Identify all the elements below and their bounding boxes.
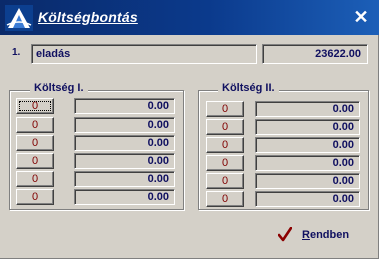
- cost2-value-field[interactable]: 0.00: [255, 155, 360, 171]
- cost2-select-button[interactable]: 0: [206, 119, 244, 135]
- cost2-value: 0.00: [332, 157, 354, 169]
- cost2-value-field[interactable]: 0.00: [255, 173, 360, 189]
- cost1-select-button[interactable]: 0: [16, 189, 54, 205]
- ok-button-label: Rendben: [302, 229, 349, 241]
- cost1-select-button[interactable]: 0: [16, 98, 54, 114]
- cost2-value: 0.00: [332, 139, 354, 151]
- ok-label-rest: endben: [309, 229, 350, 241]
- close-button[interactable]: ✕: [352, 8, 370, 26]
- item-name-field: eladás: [31, 44, 257, 64]
- cost2-value: 0.00: [332, 193, 354, 205]
- cost-group-1-label: Költség I.: [30, 82, 88, 94]
- cost1-value-field[interactable]: 0.00: [74, 189, 175, 205]
- cost-group-2-label: Költség II.: [218, 82, 279, 94]
- cost1-value-field[interactable]: 0.00: [74, 135, 175, 151]
- cost1-select-button[interactable]: 0: [16, 171, 54, 187]
- cost2-select-button[interactable]: 0: [206, 191, 244, 207]
- checkmark-icon: [278, 227, 292, 242]
- window-title: Költségbontás: [38, 9, 138, 25]
- cost1-select-button[interactable]: 0: [16, 153, 54, 169]
- cost2-select-button[interactable]: 0: [206, 173, 244, 189]
- cost2-value-field[interactable]: 0.00: [255, 191, 360, 207]
- cost2-value: 0.00: [332, 175, 354, 187]
- app-logo-icon: [5, 5, 33, 31]
- cost1-value: 0.00: [147, 155, 169, 167]
- cost2-select-button[interactable]: 0: [206, 137, 244, 153]
- cost1-value-field[interactable]: 0.00: [74, 153, 175, 169]
- row-index: 1.: [12, 47, 21, 58]
- cost2-select-button[interactable]: 0: [206, 101, 244, 117]
- total-amount-field: 23622.00: [262, 44, 368, 64]
- cost2-value-field[interactable]: 0.00: [255, 119, 360, 135]
- cost2-value-field[interactable]: 0.00: [255, 101, 360, 117]
- cost1-value: 0.00: [147, 191, 169, 203]
- cost1-value: 0.00: [147, 173, 169, 185]
- cost-breakdown-dialog: Költségbontás ✕ 1. eladás 23622.00 Költs…: [0, 0, 379, 259]
- item-name-text: eladás: [36, 48, 71, 60]
- cost2-value: 0.00: [332, 103, 354, 115]
- cost1-value-field[interactable]: 0.00: [74, 98, 175, 114]
- cost1-select-button[interactable]: 0: [16, 117, 54, 133]
- cost2-select-button[interactable]: 0: [206, 155, 244, 171]
- ok-button[interactable]: Rendben: [278, 227, 360, 245]
- title-bar[interactable]: Költségbontás ✕: [0, 0, 379, 35]
- cost1-value: 0.00: [147, 100, 169, 112]
- cost1-value-field[interactable]: 0.00: [74, 117, 175, 133]
- cost2-value: 0.00: [332, 121, 354, 133]
- ok-label-accesskey: R: [302, 229, 310, 241]
- total-amount-text: 23622.00: [315, 48, 361, 60]
- cost2-value-field[interactable]: 0.00: [255, 137, 360, 153]
- cost1-value-field[interactable]: 0.00: [74, 171, 175, 187]
- cost1-select-button[interactable]: 0: [16, 135, 54, 151]
- cost1-value: 0.00: [147, 119, 169, 131]
- cost1-value: 0.00: [147, 137, 169, 149]
